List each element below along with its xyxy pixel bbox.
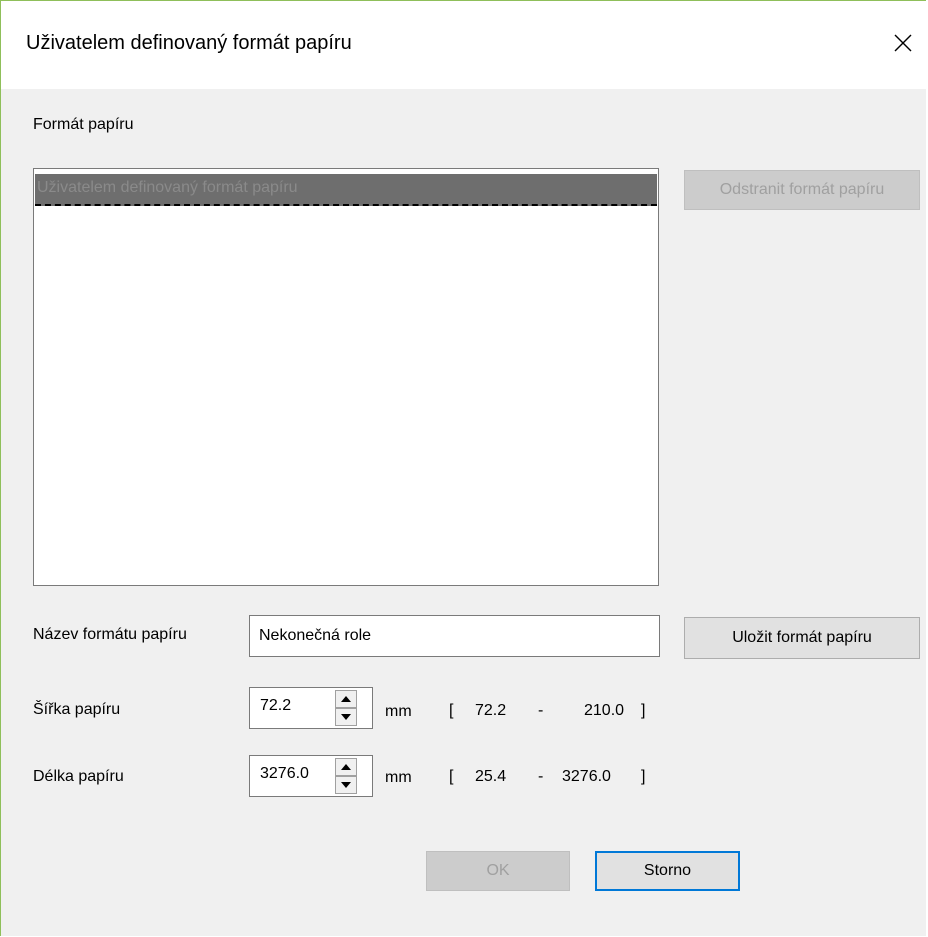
close-icon [894, 34, 912, 52]
paper-width-up-button[interactable] [335, 690, 357, 708]
cancel-button[interactable]: Storno [595, 851, 740, 891]
paper-format-dialog: Uživatelem definovaný formát papíru Form… [0, 0, 927, 936]
paper-length-spinner[interactable]: 3276.0 [249, 755, 373, 797]
save-paper-format-button[interactable]: Uložit formát papíru [684, 617, 920, 659]
arrow-down-icon [341, 714, 351, 720]
paper-length-up-button[interactable] [335, 758, 357, 776]
paper-length-unit: mm [385, 769, 412, 786]
paper-width-spinner[interactable]: 72.2 [249, 687, 373, 729]
paper-width-value[interactable]: 72.2 [260, 697, 291, 715]
remove-paper-format-button[interactable]: Odstranit formát papíru [684, 170, 920, 210]
close-button[interactable] [881, 23, 925, 63]
paper-width-range-dash: - [538, 702, 544, 719]
paper-format-name-input[interactable]: Nekonečná role [249, 615, 660, 657]
arrow-up-icon [341, 764, 351, 770]
paper-length-range-open: [ [449, 768, 454, 785]
paper-width-range-min: 72.2 [475, 702, 507, 719]
paper-width-range-close: ] [641, 702, 646, 719]
paper-length-range-close: ] [641, 768, 646, 785]
paper-length-range-min: 25.4 [475, 768, 507, 785]
ok-button[interactable]: OK [426, 851, 570, 891]
list-item[interactable]: Uživatelem definovaný formát papíru [35, 174, 657, 206]
paper-width-down-button[interactable] [335, 708, 357, 726]
paper-format-list[interactable]: Uživatelem definovaný formát papíru [33, 168, 659, 586]
paper-width-unit: mm [385, 703, 412, 720]
title-bar: Uživatelem definovaný formát papíru [1, 1, 927, 89]
paper-length-label: Délka papíru [33, 768, 124, 785]
paper-length-range-dash: - [538, 768, 544, 785]
paper-format-name-label: Název formátu papíru [33, 626, 187, 643]
arrow-down-icon [341, 782, 351, 788]
paper-width-label: Šířka papíru [33, 701, 121, 718]
dialog-title: Uživatelem definovaný formát papíru [26, 32, 352, 54]
paper-length-value[interactable]: 3276.0 [260, 765, 309, 783]
paper-width-range-open: [ [449, 702, 454, 719]
paper-width-range-max: 210.0 [584, 702, 625, 719]
paper-length-range-max: 3276.0 [562, 768, 611, 785]
arrow-up-icon [341, 696, 351, 702]
paper-format-label: Formát papíru [33, 116, 134, 133]
paper-length-down-button[interactable] [335, 776, 357, 794]
